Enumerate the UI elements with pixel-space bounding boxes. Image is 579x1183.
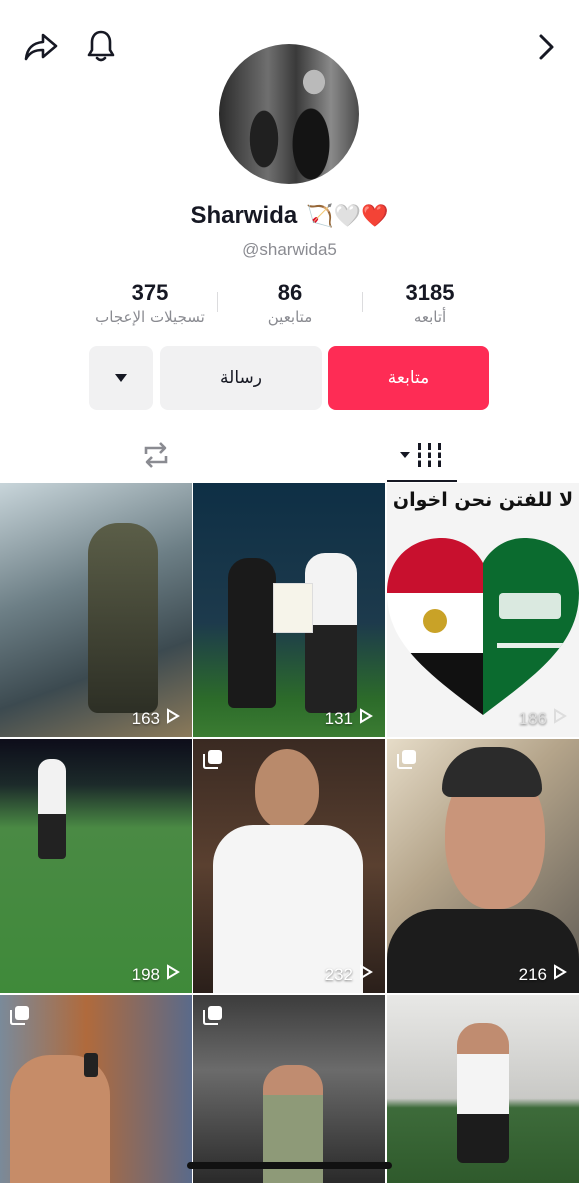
video-tile[interactable]: 131 [193, 483, 385, 737]
following-label: أتابعه [413, 308, 447, 326]
view-count: 163 [132, 708, 180, 729]
video-tile[interactable] [193, 995, 385, 1183]
play-icon [553, 964, 567, 985]
name-emoji: 🏹🤍❤️ [306, 204, 389, 229]
stat-followers[interactable]: 86 متابعين [220, 280, 360, 336]
play-icon [553, 708, 567, 729]
video-tile[interactable]: 216 [387, 739, 579, 993]
video-tile[interactable] [387, 995, 579, 1183]
caret-down-icon [114, 368, 128, 388]
phone-image [84, 1053, 98, 1077]
grid-icon[interactable] [396, 438, 448, 472]
multi-photo-icon [397, 749, 417, 773]
video-thumbnail-subject [38, 759, 66, 859]
view-count: 198 [132, 964, 180, 985]
video-tile[interactable]: 163 [0, 483, 192, 737]
video-thumbnail-subject [255, 749, 319, 829]
stat-likes[interactable]: 375 تسجيلات الإعجاب [80, 280, 220, 336]
follow-button[interactable]: متابعة [328, 346, 489, 410]
profile-name-row: Sharwida 🏹🤍❤️ [0, 202, 579, 230]
heart-flag-image [387, 538, 579, 715]
view-count: 131 [325, 708, 373, 729]
chevron-right-icon[interactable] [530, 30, 562, 64]
video-tile[interactable]: لا للفتن نحن اخوان 186 [387, 483, 579, 737]
video-thumbnail-subject [305, 553, 357, 713]
tile-overlay-text: لا للفتن نحن اخوان [392, 489, 574, 511]
play-icon [166, 964, 180, 985]
view-count: 216 [519, 964, 567, 985]
video-thumbnail-subject [228, 558, 276, 708]
followers-count: 86 [277, 280, 303, 305]
more-options-button[interactable] [89, 346, 153, 410]
stat-divider [362, 292, 363, 312]
followers-label: متابعين [267, 308, 313, 326]
play-icon [166, 708, 180, 729]
cap-image [442, 747, 542, 797]
multi-photo-icon [203, 1005, 223, 1029]
multi-photo-icon [203, 749, 223, 773]
play-icon [359, 964, 373, 985]
content-tabs [0, 420, 579, 482]
video-tile[interactable]: 198 [0, 739, 192, 993]
home-indicator [187, 1162, 392, 1169]
display-name: Sharwida [190, 202, 298, 229]
share-icon[interactable] [22, 28, 60, 66]
video-tile[interactable]: 232 [193, 739, 385, 993]
video-tile[interactable] [0, 995, 192, 1183]
stats-row: 375 تسجيلات الإعجاب 86 متابعين 3185 أتاب… [80, 280, 500, 336]
likes-label: تسجيلات الإعجاب [95, 308, 205, 326]
active-tab-indicator [387, 480, 457, 482]
video-thumbnail-subject [88, 523, 158, 713]
multi-photo-icon [10, 1005, 30, 1029]
stat-following[interactable]: 3185 أتابعه [360, 280, 500, 336]
likes-count: 375 [131, 280, 169, 305]
video-thumbnail-subject [457, 1023, 509, 1163]
repost-icon[interactable] [136, 438, 176, 472]
bell-icon[interactable] [82, 26, 120, 66]
message-button[interactable]: رسالة [160, 346, 322, 410]
play-icon [359, 708, 373, 729]
following-count: 3185 [405, 280, 455, 305]
stat-divider [217, 292, 218, 312]
username: @sharwida5 [242, 240, 337, 259]
avatar[interactable] [219, 44, 359, 184]
view-count: 186 [519, 708, 567, 729]
certificate-image [273, 583, 313, 633]
view-count: 232 [325, 964, 373, 985]
